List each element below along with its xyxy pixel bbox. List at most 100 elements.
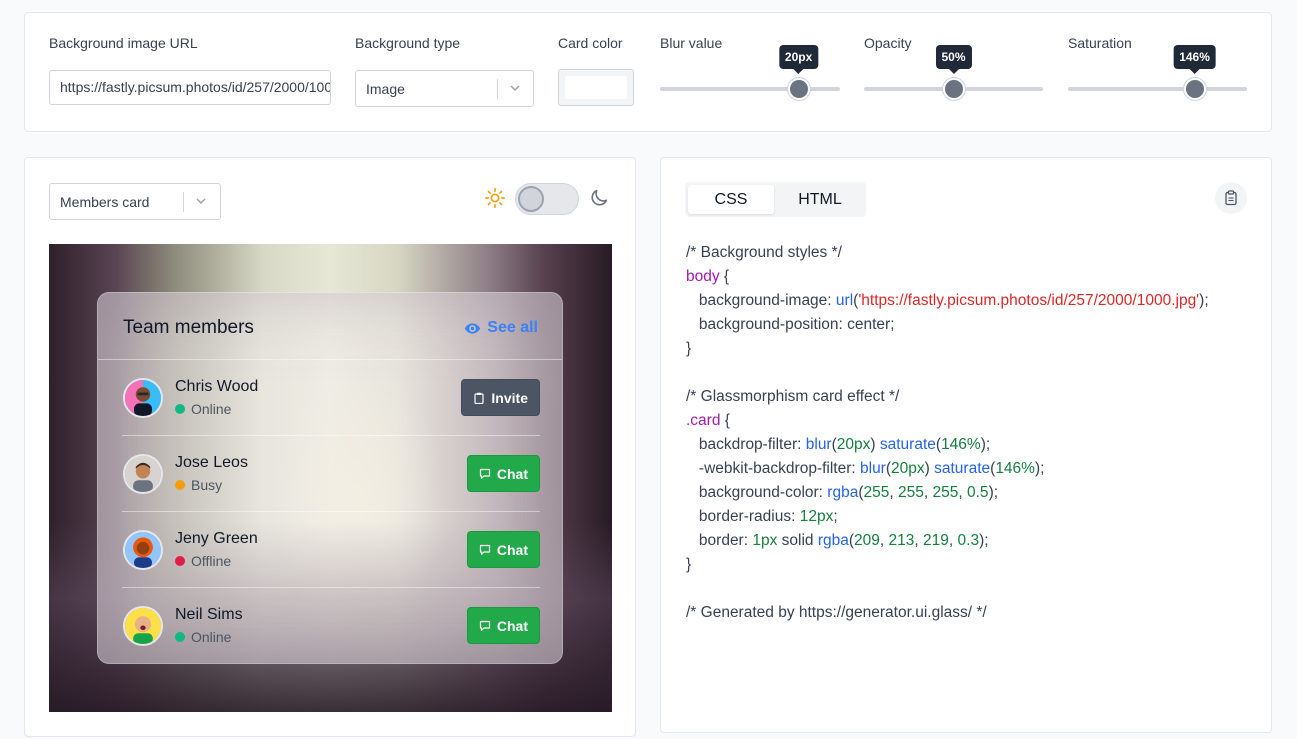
code-token: ); [1199, 292, 1209, 309]
bg-url-input[interactable]: https://fastly.picsum.photos/id/257/2000… [49, 70, 331, 105]
chat-icon [479, 620, 490, 631]
status-dot [175, 632, 185, 642]
code-token: , [948, 532, 958, 549]
bg-type-label: Background type [355, 35, 461, 51]
code-token: 219 [923, 532, 949, 549]
card-color-picker[interactable] [558, 69, 634, 106]
chat-icon [479, 544, 490, 555]
chat-button-label: Chat [496, 541, 528, 558]
moon-icon [591, 189, 608, 206]
chat-button[interactable]: Chat [466, 455, 540, 492]
copy-code-button[interactable] [1215, 182, 1247, 214]
code-token: 146% [995, 460, 1035, 477]
invite-button[interactable]: Invite [461, 379, 540, 416]
code-token: 146% [941, 436, 981, 453]
blur-tooltip: 20px [778, 45, 819, 74]
opacity-slider[interactable]: 50% [864, 45, 1043, 100]
see-all-link[interactable]: See all [464, 319, 538, 337]
code-token: ); [1034, 460, 1045, 477]
clipboard-icon [474, 392, 485, 404]
code-token: 20px [836, 436, 871, 453]
chat-button-label: Chat [496, 465, 528, 482]
tab-css[interactable]: CSS [688, 185, 774, 214]
code-line: body { [686, 265, 1248, 289]
code-token: background-color: [686, 484, 828, 501]
avatar [123, 530, 163, 570]
chevron-down-icon [196, 198, 206, 205]
theme-toggle-knob [518, 186, 544, 212]
template-select[interactable]: Members card [49, 183, 221, 220]
code-line: } [686, 553, 1248, 577]
member-name: Jeny Green [175, 530, 258, 547]
code-token: ); [979, 532, 989, 549]
code-token: rgba [827, 484, 859, 501]
code-token: 'https://fastly.picsum.photos/id/257/200… [858, 292, 1200, 309]
chat-button[interactable]: Chat [466, 607, 540, 644]
theme-toggle[interactable] [515, 183, 579, 215]
code-line: border: 1px solid rgba(209, 213, 219, 0.… [686, 529, 1248, 553]
code-panel: CSS HTML /* Background styles */ body { b… [660, 157, 1272, 733]
saturation-tooltip: 146% [1173, 45, 1216, 74]
saturation-slider-thumb[interactable] [1183, 78, 1206, 100]
code-token: } [686, 340, 692, 357]
status-dot [175, 404, 185, 414]
code-token: 12px [799, 508, 834, 525]
code-line: /* Glassmorphism card effect */ [686, 385, 1248, 409]
code-token: border-radius: [686, 508, 800, 525]
code-token: border: [686, 532, 753, 549]
code-line: /* Generated by https://generator.ui.gla… [686, 601, 1248, 625]
select-separator [497, 79, 498, 99]
member-status: Online [175, 401, 231, 417]
code-token: saturate [934, 460, 991, 477]
avatar [123, 454, 163, 494]
code-line: /* Background styles */ [686, 241, 1248, 265]
tab-html[interactable]: HTML [777, 185, 863, 214]
code-line: background-color: rgba(255, 255, 255, 0.… [686, 481, 1248, 505]
member-name: Neil Sims [175, 606, 243, 623]
opacity-tooltip: 50% [935, 45, 972, 74]
member-name: Jose Leos [175, 454, 248, 471]
code-line: } [686, 337, 1248, 361]
opacity-slider-thumb[interactable] [942, 78, 965, 100]
code-token: blur [860, 460, 886, 477]
code-line: .card { [686, 409, 1248, 433]
opacity-label: Opacity [864, 35, 912, 51]
code-token: 20px [891, 460, 925, 477]
card-title: Team members [123, 317, 254, 338]
bg-type-select[interactable]: Image [355, 70, 534, 107]
member-row: Neil Sims Online Chat [122, 588, 540, 664]
preview-panel: Members card Team members See all Chris … [24, 157, 636, 737]
code-token: ); [988, 484, 999, 501]
code-line: background-image: url('https://fastly.pi… [686, 289, 1248, 313]
member-status-label: Online [191, 629, 232, 645]
member-row: Jose Leos Busy Chat [122, 436, 540, 512]
avatar [123, 378, 163, 418]
code-token: } [686, 556, 692, 573]
code-token: /* Background styles */ [686, 244, 842, 261]
background-preview: Team members See all Chris Wood Online I… [49, 244, 612, 712]
member-status: Offline [175, 553, 231, 569]
template-select-value: Members card [60, 194, 150, 210]
blur-slider-thumb[interactable] [787, 78, 810, 100]
member-status: Busy [175, 477, 222, 493]
blur-slider[interactable]: 20px [660, 45, 840, 100]
member-row: Chris Wood Online Invite [122, 360, 540, 436]
chat-button[interactable]: Chat [466, 531, 540, 568]
code-token: /* Glassmorphism card effect */ [686, 388, 900, 405]
bg-url-label: Background image URL [49, 35, 198, 51]
saturation-slider[interactable]: 146% [1068, 45, 1247, 100]
chat-button-label: Chat [496, 617, 528, 634]
code-token: 0.5 [967, 484, 989, 501]
code-block[interactable]: /* Background styles */ body { background… [686, 241, 1248, 641]
code-token: 1px [752, 532, 778, 549]
member-status-label: Online [191, 401, 232, 417]
code-token: url [835, 292, 854, 309]
code-token: , [923, 484, 933, 501]
invite-button-label: Invite [491, 389, 528, 406]
member-status-label: Offline [191, 553, 232, 569]
code-token: , [889, 484, 898, 501]
code-token: 255 [898, 484, 924, 501]
status-dot [175, 556, 185, 566]
